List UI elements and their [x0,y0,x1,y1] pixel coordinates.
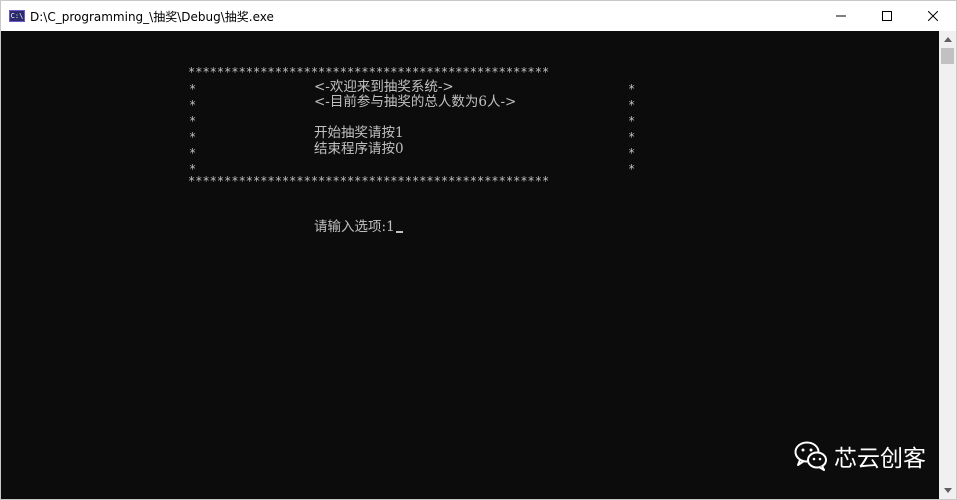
border-right-star: * [628,82,636,96]
border-left-star: * [189,98,197,112]
border-right-star: * [628,162,636,176]
input-value[interactable]: 1 [386,219,395,235]
exit-option-text: 结束程序请按0 [314,141,404,157]
minimize-icon [836,15,846,17]
console-app-icon: C:\ [9,10,25,22]
welcome-message: <-欢迎来到抽奖系统-> [314,79,454,95]
border-left-star: * [189,82,197,96]
watermark-text: 芯云创客 [834,446,926,472]
watermark: 芯云创客 [794,439,926,473]
console-window: C:\ D:\C_programming_\抽奖\Debug\抽奖.exe **… [0,0,957,500]
maximize-button[interactable] [864,1,910,31]
scroll-thumb[interactable] [941,48,954,64]
window-title: D:\C_programming_\抽奖\Debug\抽奖.exe [30,9,274,24]
title-bar[interactable]: C:\ D:\C_programming_\抽奖\Debug\抽奖.exe [1,1,956,31]
border-right-star: * [628,114,636,128]
window-controls [818,1,956,31]
chevron-down-icon [943,488,952,493]
text-cursor [395,231,403,233]
close-button[interactable] [910,1,956,31]
border-left-star: * [189,146,197,160]
chevron-up-icon [943,37,952,42]
start-option-text: 开始抽奖请按1 [314,125,404,141]
scroll-up-button[interactable] [939,31,956,48]
border-right-star: * [628,98,636,112]
wechat-icon [794,441,827,471]
close-icon [928,11,938,21]
vertical-scrollbar[interactable] [939,31,956,499]
border-left-star: * [189,114,197,128]
border-top: ****************************************… [188,65,550,79]
border-bottom: ****************************************… [188,174,550,188]
console-output[interactable]: ****************************************… [1,31,939,499]
border-right-star: * [628,146,636,160]
maximize-icon [882,11,892,21]
border-left-star: * [189,130,197,144]
scroll-down-button[interactable] [939,482,956,499]
input-prompt-label: 请输入选项: [314,219,387,235]
input-prompt-line[interactable]: 请输入选项:1 [314,219,403,235]
participant-count-message: <-目前参与抽奖的总人数为6人-> [314,94,517,110]
minimize-button[interactable] [818,1,864,31]
border-right-star: * [628,130,636,144]
